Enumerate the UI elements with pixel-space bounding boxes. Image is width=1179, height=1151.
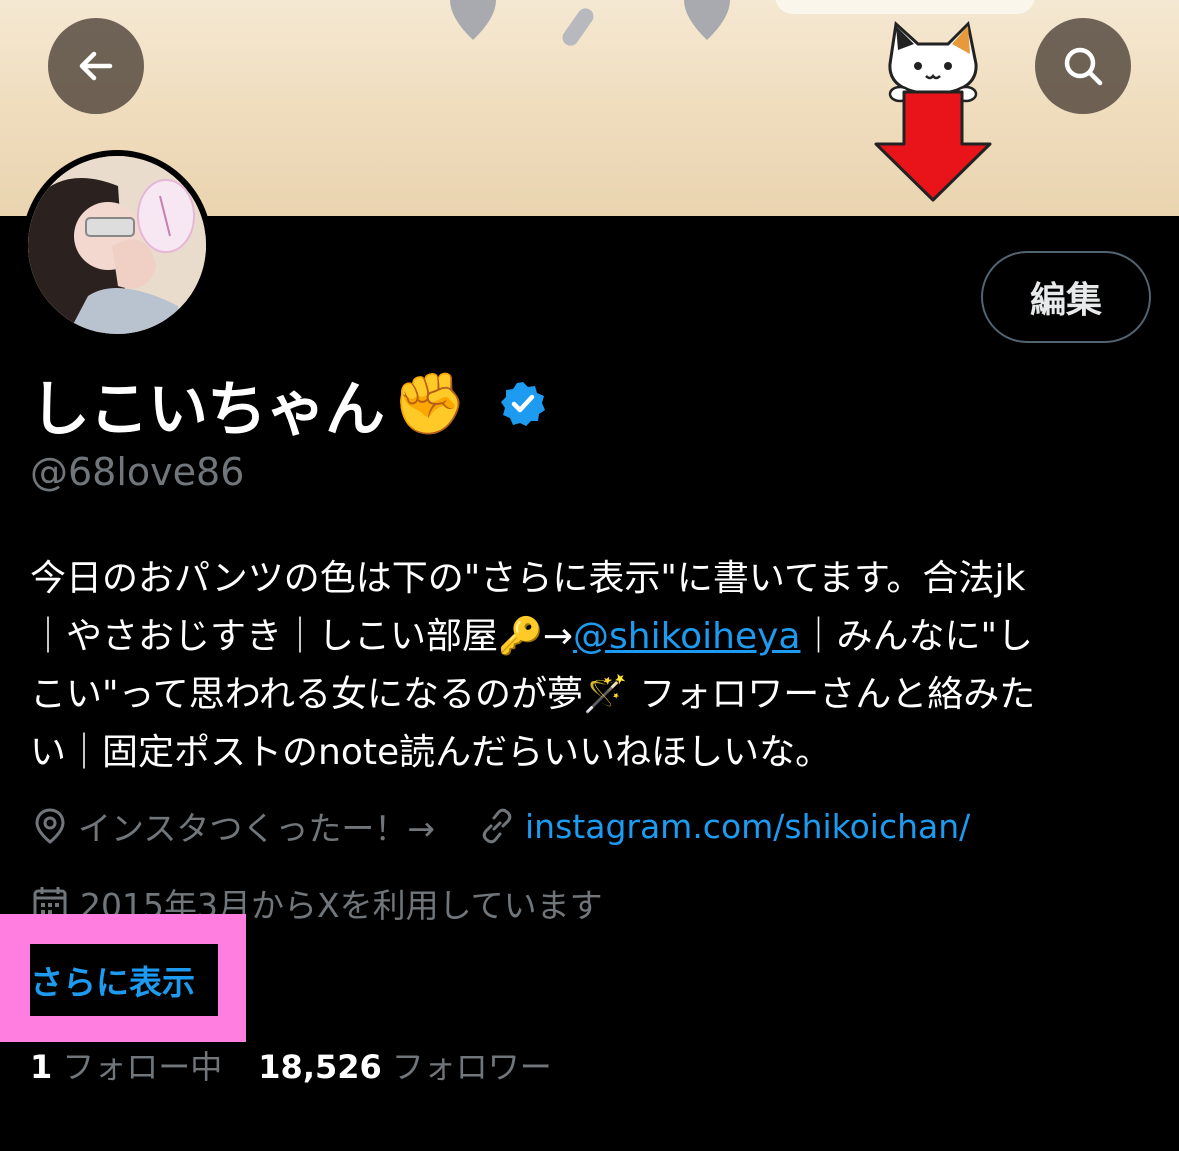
edit-profile-button[interactable]: 編集 <box>981 251 1151 343</box>
following-count: 1 <box>30 1048 53 1086</box>
search-icon <box>1064 47 1103 86</box>
following-label: フォロー中 <box>62 1048 223 1086</box>
verified-badge-icon[interactable] <box>499 380 547 428</box>
search-button[interactable] <box>1035 18 1131 114</box>
cat-arrow-icon <box>874 20 992 202</box>
mention-link[interactable]: @shikoiheya <box>573 616 801 657</box>
banner-heart-icon <box>450 0 496 40</box>
followers-label: フォロワー <box>391 1048 552 1086</box>
bio-line: ｜やさおじすき｜しこい部屋🔑→@shikoiheya｜みんなに"し <box>30 608 1150 666</box>
banner-heart-icon <box>684 0 730 40</box>
followers-count: 18,526 <box>258 1048 382 1086</box>
profile-meta-row: インスタつくったー！→ instagram.com/shikoichan/ <box>30 800 970 852</box>
show-more-link[interactable]: さらに表示 <box>30 956 195 1004</box>
bio-line: 今日のおパンツの色は下の"さらに表示"に書いてます。合法jk <box>30 558 1026 599</box>
display-name-row: しこいちゃん ✊ <box>30 366 547 445</box>
bio-text: ｜みんなに"し <box>800 616 1034 657</box>
location-text: インスタつくったー！→ <box>78 809 435 848</box>
profile-bio: 今日のおパンツの色は下の"さらに表示"に書いてます。合法jk ｜やさおじすき｜し… <box>30 550 1150 782</box>
fist-emoji-icon: ✊ <box>392 369 467 439</box>
arrow-left-icon <box>79 51 113 81</box>
link-icon <box>482 808 512 844</box>
user-handle: @68love86 <box>30 450 245 494</box>
avatar-photo <box>28 156 206 334</box>
banner-speech-bubble <box>775 0 1035 14</box>
follow-stats: 1 フォロー中 18,526 フォロワー <box>30 1040 552 1090</box>
avatar[interactable] <box>22 150 212 340</box>
website-link[interactable]: instagram.com/shikoichan/ <box>525 807 970 846</box>
banner-stroke <box>559 5 597 49</box>
back-button[interactable] <box>48 18 144 114</box>
profile-page: 編集 しこいちゃん ✊ @68love86 今日のおパンツの色は下の"さらに表示… <box>0 0 1179 1151</box>
location-pin-icon <box>35 808 65 844</box>
bio-line: こい"って思われる女になるのが夢🪄 フォロワーさんと絡みた <box>30 674 1036 715</box>
edit-profile-label: 編集 <box>1029 280 1102 321</box>
bio-text: ｜やさおじすき｜しこい部屋🔑→ <box>30 616 573 657</box>
display-name: しこいちゃん <box>30 374 385 445</box>
website-group[interactable]: instagram.com/shikoichan/ <box>477 806 970 846</box>
bio-line: い｜固定ポストのnote読んだらいいねほしいな。 <box>30 732 832 773</box>
following-stat[interactable]: 1 フォロー中 <box>30 1042 222 1088</box>
followers-stat[interactable]: 18,526 フォロワー <box>258 1042 552 1088</box>
